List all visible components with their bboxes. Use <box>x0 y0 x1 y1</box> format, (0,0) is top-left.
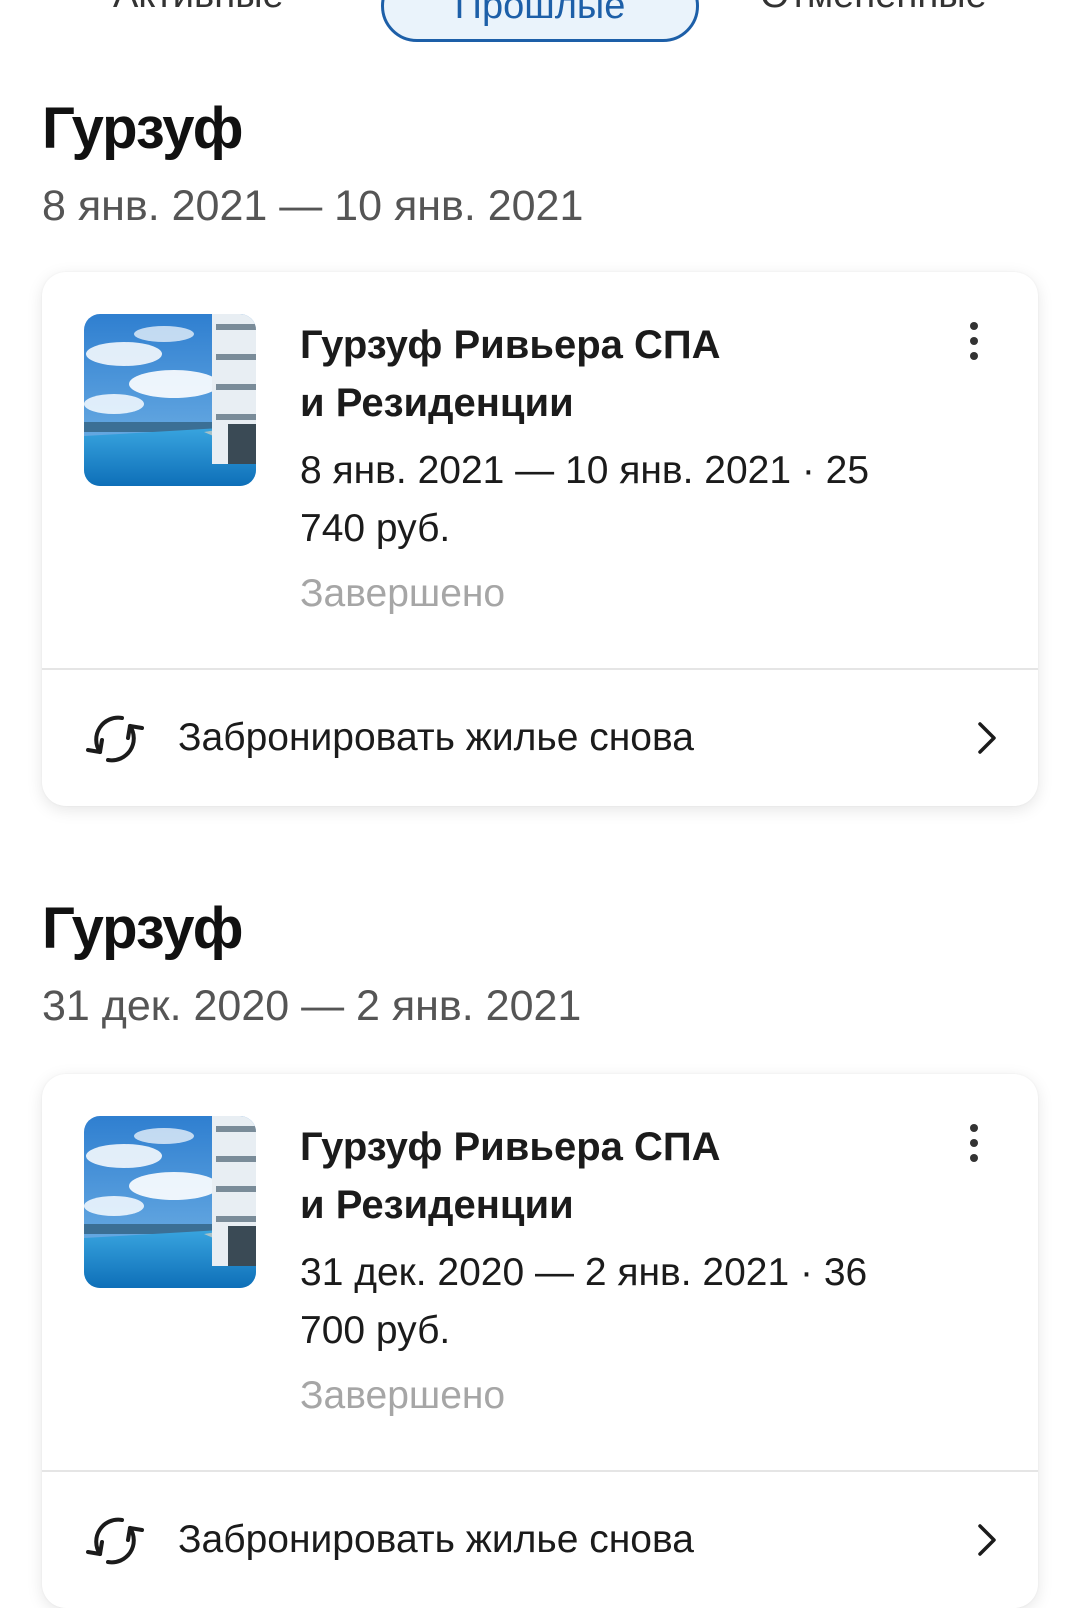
more-options-button[interactable] <box>952 1118 996 1168</box>
trip-city-title: Гурзуф <box>42 96 243 161</box>
refresh-icon <box>86 715 144 763</box>
refresh-icon <box>86 1517 144 1565</box>
rebook-button[interactable]: Забронировать жилье снова <box>42 1472 1038 1608</box>
trip-dates: 31 дек. 2020 — 2 янв. 2021 <box>42 982 582 1030</box>
booking-card[interactable]: Гурзуф Ривьера СПА и Резиденции 8 янв. 2… <box>42 272 1038 806</box>
booking-dates-price: 8 янв. 2021 — 10 янв. 2021 · 25 740 руб. <box>300 449 870 550</box>
tab-past-label: Прошлые <box>454 0 626 27</box>
tab-past[interactable]: Прошлые <box>381 0 699 42</box>
hotel-name: Гурзуф Ривьера СПА и Резиденции <box>300 323 721 425</box>
booking-card-summary[interactable]: Гурзуф Ривьера СПА и Резиденции 31 дек. … <box>42 1074 1038 1470</box>
rebook-button[interactable]: Забронировать жилье снова <box>42 670 1038 806</box>
rebook-label: Забронировать жилье снова <box>178 1518 694 1561</box>
booking-status: Завершено <box>300 572 506 615</box>
trip-city-title: Гурзуф <box>42 896 243 961</box>
more-options-button[interactable] <box>952 316 996 366</box>
booking-status: Завершено <box>300 1374 506 1417</box>
chevron-right-icon <box>978 1524 996 1556</box>
booking-card[interactable]: Гурзуф Ривьера СПА и Резиденции 31 дек. … <box>42 1074 1038 1608</box>
more-vertical-icon <box>970 322 978 360</box>
trip-section: Гурзуф 8 янв. 2021 — 10 янв. 2021 <box>42 94 1038 234</box>
hotel-name: Гурзуф Ривьера СПА и Резиденции <box>300 1125 721 1227</box>
booking-card-summary[interactable]: Гурзуф Ривьера СПА и Резиденции 8 янв. 2… <box>42 272 1038 668</box>
trip-dates: 8 янв. 2021 — 10 янв. 2021 <box>42 182 584 230</box>
trip-tabs: Активные Прошлые Отменённые <box>0 0 1080 60</box>
rebook-label: Забронировать жилье снова <box>178 716 694 759</box>
booking-dates-price: 31 дек. 2020 — 2 янв. 2021 · 36 700 руб. <box>300 1251 868 1352</box>
trip-section: Гурзуф 31 дек. 2020 — 2 янв. 2021 <box>42 894 1038 1034</box>
chevron-right-icon <box>978 722 996 754</box>
hotel-photo <box>84 314 256 486</box>
more-vertical-icon <box>970 1124 978 1162</box>
hotel-photo <box>84 1116 256 1288</box>
tab-active[interactable]: Активные <box>113 0 284 17</box>
tab-cancelled[interactable]: Отменённые <box>760 0 987 17</box>
